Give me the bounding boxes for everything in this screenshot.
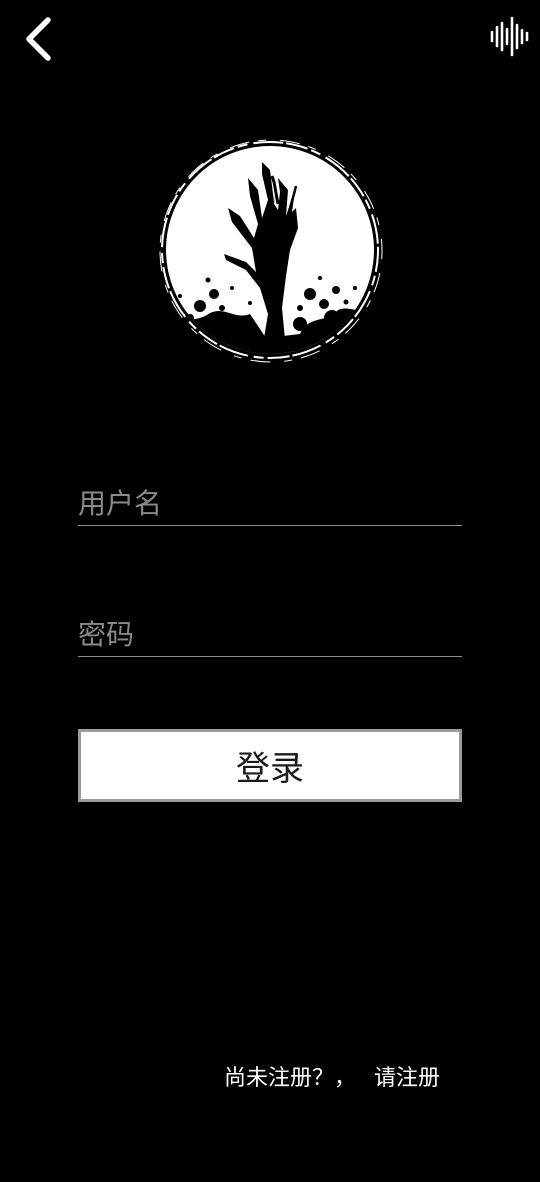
username-input[interactable] bbox=[78, 475, 462, 525]
back-button[interactable] bbox=[18, 12, 62, 68]
register-prompt: 尚未注册？， 请注册 bbox=[224, 1058, 440, 1094]
register-prompt-text: 尚未注册？， bbox=[224, 1066, 357, 1091]
chevron-left-icon bbox=[26, 17, 51, 61]
password-field[interactable] bbox=[78, 606, 462, 657]
app-logo bbox=[150, 138, 390, 368]
sound-wave-icon bbox=[490, 16, 529, 57]
login-button[interactable]: 登录 bbox=[78, 729, 462, 802]
password-input[interactable] bbox=[78, 606, 462, 656]
register-link[interactable]: 请注册 bbox=[374, 1060, 440, 1092]
audio-button[interactable] bbox=[488, 14, 534, 60]
zombie-hand-moon-logo bbox=[159, 139, 383, 363]
login-screen: 登录 尚未注册？， 请注册 bbox=[0, 0, 540, 1182]
username-field[interactable] bbox=[78, 475, 462, 526]
